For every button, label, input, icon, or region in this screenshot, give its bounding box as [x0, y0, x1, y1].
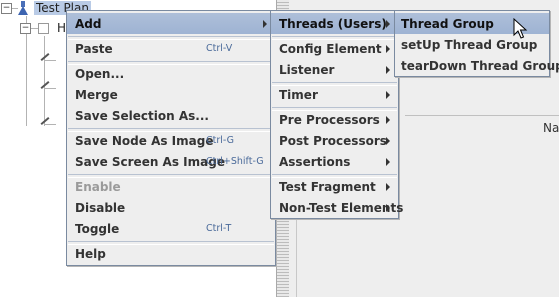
submenu-arrow-icon — [386, 66, 390, 74]
test-plan-icon — [18, 1, 30, 15]
tree-node-label-fragment: H — [57, 21, 67, 35]
submenu-arrow-icon — [386, 116, 390, 124]
menu-item-help[interactable]: Help — [67, 243, 275, 264]
submenu-arrow-icon — [386, 137, 390, 145]
menu-item-listener[interactable]: Listener — [271, 59, 398, 80]
menu-item-test-fragment[interactable]: Test Fragment — [271, 176, 398, 197]
mouse-pointer-icon — [513, 18, 528, 39]
submenu-arrow-icon — [263, 20, 267, 28]
add-submenu: Threads (Users) Config Element Listener … — [270, 10, 403, 219]
menu-item-threads-users[interactable]: Threads (Users) — [271, 13, 398, 34]
menu-item-save-screen-as-image[interactable]: Save Screen As Image Ctrl+Shift-G — [67, 151, 275, 172]
submenu-arrow-icon — [386, 45, 390, 53]
menu-item-save-selection-as[interactable]: Save Selection As... — [67, 105, 275, 126]
collapse-toggle-icon[interactable]: − — [20, 23, 31, 34]
menu-item-assertions[interactable]: Assertions — [271, 151, 398, 172]
submenu-arrow-icon — [386, 204, 390, 212]
menu-item-paste[interactable]: Paste Ctrl-V — [67, 38, 275, 59]
submenu-arrow-icon — [386, 158, 390, 166]
accelerator-label: Ctrl+Shift-G — [206, 156, 264, 167]
accelerator-label: Ctrl-T — [206, 223, 232, 234]
menu-item-post-processors[interactable]: Post Processors — [271, 130, 398, 151]
accelerator-label: Ctrl-G — [206, 135, 235, 146]
menu-item-teardown-thread-group[interactable]: tearDown Thread Group — [395, 55, 559, 76]
menu-item-add[interactable]: Add — [67, 13, 275, 34]
menu-item-toggle[interactable]: Toggle Ctrl-T — [67, 218, 275, 239]
menu-item-non-test-elements[interactable]: Non-Test Elements — [271, 197, 403, 218]
submenu-arrow-icon — [386, 91, 390, 99]
editor-divider — [405, 115, 559, 116]
menu-item-merge[interactable]: Merge — [67, 84, 275, 105]
name-field-label: Na — [543, 121, 559, 135]
thread-group-icon — [38, 23, 49, 34]
menu-item-pre-processors[interactable]: Pre Processors — [271, 109, 398, 130]
menu-item-config-element[interactable]: Config Element — [271, 38, 398, 59]
submenu-arrow-icon — [386, 20, 390, 28]
submenu-arrow-icon — [386, 183, 390, 191]
accelerator-label: Ctrl-V — [206, 43, 233, 54]
collapse-toggle-icon[interactable]: − — [1, 3, 12, 14]
menu-item-disable[interactable]: Disable — [67, 197, 275, 218]
context-menu: Add Paste Ctrl-V Open... Merge Save Sele… — [66, 10, 276, 266]
menu-item-save-node-as-image[interactable]: Save Node As Image Ctrl-G — [67, 130, 275, 151]
menu-item-enable: Enable — [75, 179, 121, 194]
menu-item-timer[interactable]: Timer — [271, 84, 398, 105]
menu-item-open[interactable]: Open... — [67, 63, 275, 84]
